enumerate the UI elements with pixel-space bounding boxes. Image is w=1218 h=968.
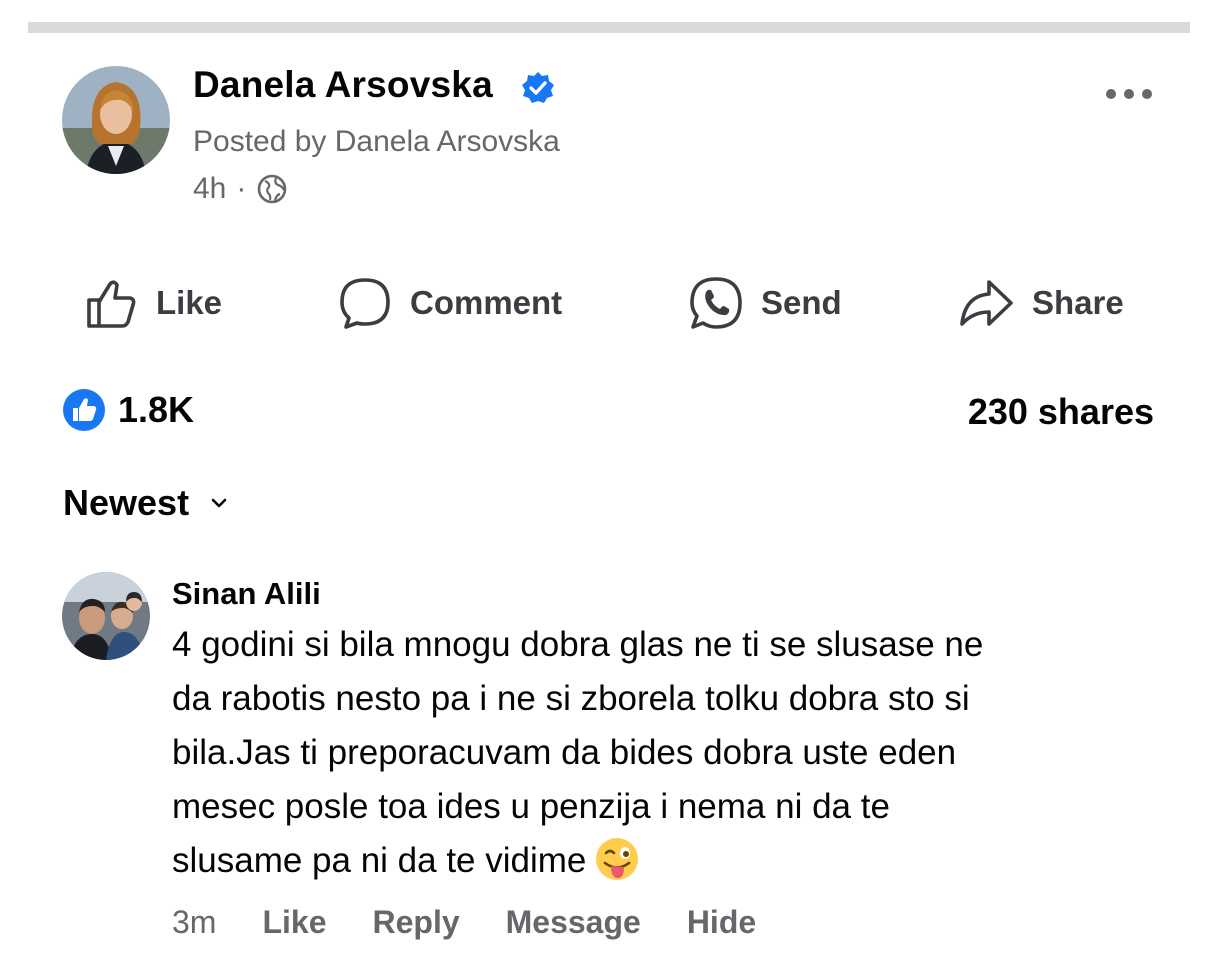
comment-author[interactable]: Sinan Alili: [172, 576, 321, 612]
post-meta: 4h ·: [193, 172, 288, 206]
comment-actions: 3m Like Reply Message Hide: [172, 904, 802, 941]
like-button[interactable]: Like: [84, 272, 222, 334]
globe-icon[interactable]: [256, 173, 288, 205]
like-reaction-icon: [63, 389, 105, 431]
verified-badge-icon: [522, 72, 554, 103]
comment-reply-button[interactable]: Reply: [372, 904, 459, 941]
post-author-name[interactable]: Danela Arsovska: [193, 64, 493, 106]
share-label: Share: [1032, 284, 1124, 321]
posted-by-text: Posted by Danela Arsovska: [193, 125, 560, 158]
commenter-avatar[interactable]: [62, 572, 150, 660]
thumbs-up-icon: [87, 280, 136, 328]
sort-label: Newest: [63, 482, 190, 523]
reactions-summary[interactable]: 1.8K: [62, 388, 194, 432]
share-arrow-icon: [960, 280, 1013, 326]
post-time[interactable]: 4h: [193, 172, 226, 206]
comment-button[interactable]: Comment: [338, 272, 562, 334]
whatsapp-icon: [690, 277, 742, 329]
send-label: Send: [761, 284, 842, 321]
like-label: Like: [156, 284, 223, 321]
comment-like-button[interactable]: Like: [262, 904, 326, 941]
shares-count[interactable]: 230 shares: [968, 391, 1154, 433]
reactions-count: 1.8K: [118, 389, 195, 430]
top-divider: [28, 22, 1190, 33]
comment-hide-button[interactable]: Hide: [687, 904, 756, 941]
author-avatar[interactable]: [62, 66, 170, 174]
meta-separator: ·: [236, 172, 247, 205]
comment-time[interactable]: 3m: [172, 904, 216, 941]
comment-label: Comment: [410, 284, 563, 321]
comments-sort-dropdown[interactable]: Newest: [63, 482, 227, 524]
comment-bubble-icon: [340, 278, 390, 329]
comment-body: 4 godini si bila mnogu dobra glas ne ti …: [172, 618, 1152, 888]
share-button[interactable]: Share: [958, 272, 1124, 334]
comment-message-button[interactable]: Message: [506, 904, 641, 941]
winking-tongue-emoji-icon: [596, 838, 639, 880]
chevron-down-icon: [211, 498, 227, 508]
more-options-icon[interactable]: [1103, 84, 1155, 104]
comment-text: 4 godini si bila mnogu dobra glas ne ti …: [172, 625, 984, 880]
send-button[interactable]: Send: [689, 272, 842, 334]
